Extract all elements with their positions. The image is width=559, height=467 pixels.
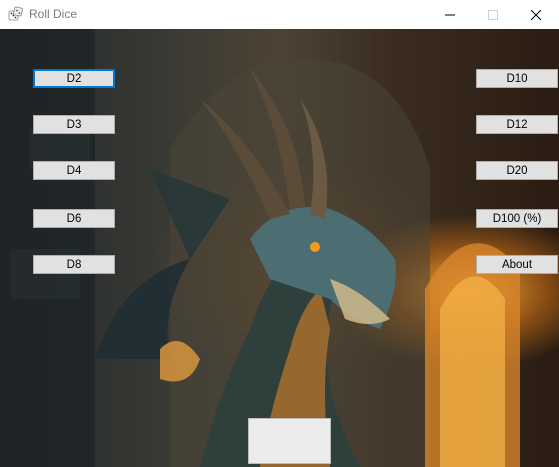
window-title: Roll Dice — [29, 7, 78, 21]
dragon-artwork — [0, 29, 520, 467]
minimize-button[interactable] — [427, 0, 473, 29]
app-window: Roll Dice D2 D3 D4 D6 D8 D10 D12 D20 D10… — [0, 0, 559, 467]
d4-button[interactable]: D4 — [33, 161, 115, 180]
d20-button[interactable]: D20 — [476, 161, 558, 180]
dice-icon — [8, 6, 24, 22]
d10-button[interactable]: D10 — [476, 69, 558, 88]
d8-button[interactable]: D8 — [33, 255, 115, 274]
d12-button[interactable]: D12 — [476, 115, 558, 134]
d6-button[interactable]: D6 — [33, 209, 115, 228]
result-display — [248, 418, 331, 464]
d100-button[interactable]: D100 (%) — [476, 209, 558, 228]
d2-button[interactable]: D2 — [33, 69, 115, 88]
close-icon — [531, 9, 541, 20]
close-button[interactable] — [513, 0, 559, 29]
about-button[interactable]: About — [476, 255, 558, 274]
dragon-background: D2 D3 D4 D6 D8 D10 D12 D20 D100 (%) Abou… — [0, 29, 559, 467]
title-bar[interactable]: Roll Dice — [0, 0, 559, 29]
maximize-icon — [488, 9, 498, 20]
d3-button[interactable]: D3 — [33, 115, 115, 134]
minimize-icon — [445, 14, 455, 15]
maximize-button[interactable] — [470, 0, 516, 29]
